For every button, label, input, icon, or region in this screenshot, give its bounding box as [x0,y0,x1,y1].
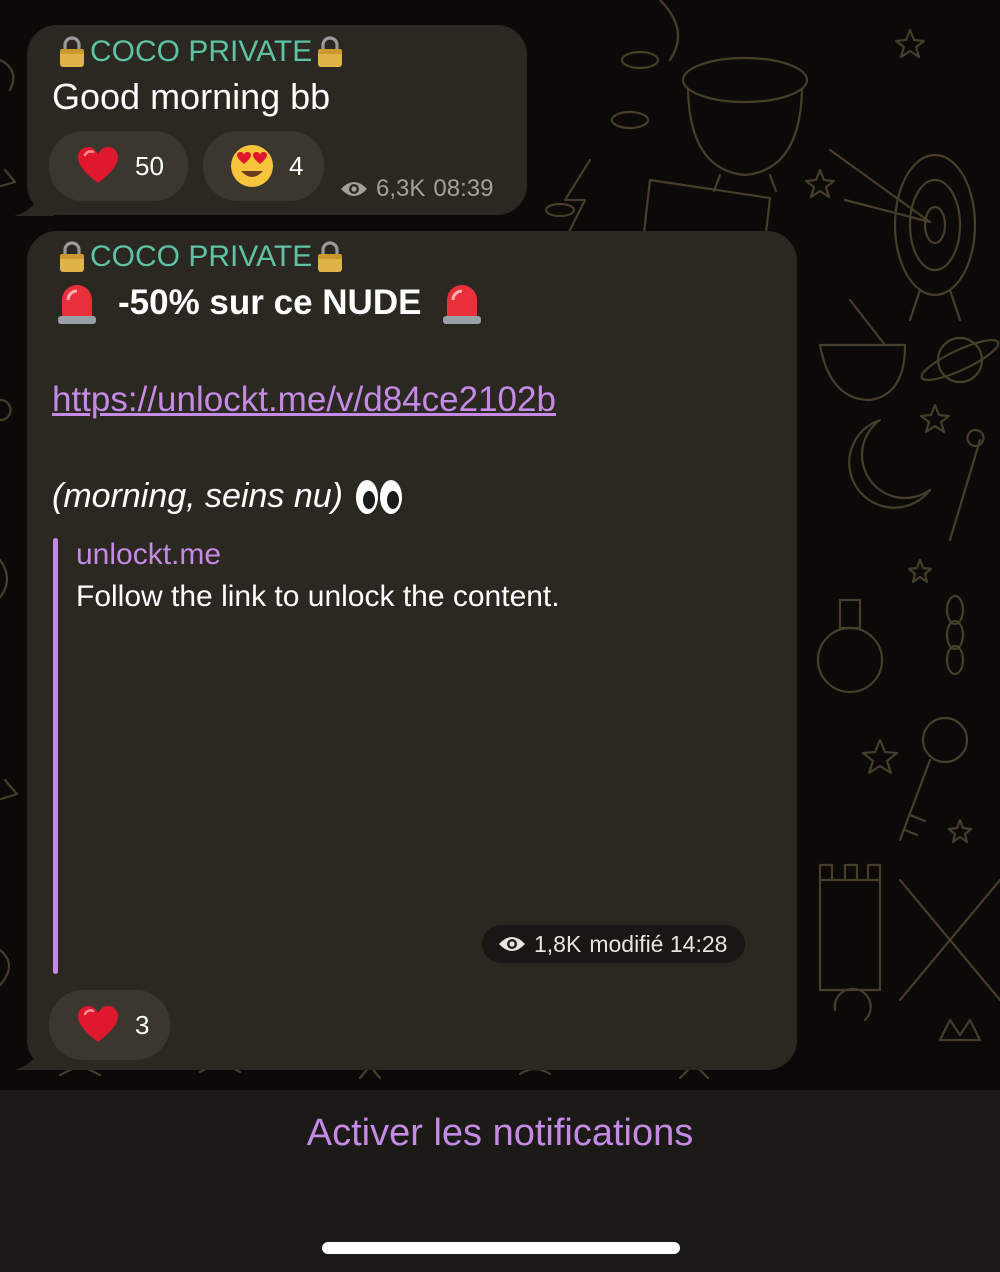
sender-label: COCO PRIVATE [90,240,313,273]
link-preview-bar [53,538,58,974]
heart-eyes-icon [231,145,273,187]
message-meta: 6,3K 08:39 [340,175,493,203]
lock-icon [318,241,343,272]
headline: -50% sur ce NUDE [56,280,483,326]
lock-icon [60,241,84,272]
heart-icon [78,147,118,183]
headline-text: -50% sur ce NUDE [118,283,422,322]
view-count: 1,8K [534,930,582,957]
reaction-count: 4 [289,150,304,181]
caption-text: (morning, seins nu) [52,477,344,515]
sender-name[interactable]: COCO PRIVATE [56,240,346,274]
link-preview-description: Follow the link to unlock the content. [76,580,560,613]
lock-icon [60,36,84,67]
home-indicator[interactable] [322,1242,680,1254]
link-preview-site[interactable]: unlockt.me [76,538,221,572]
reaction-heart[interactable]: 50 [49,131,188,201]
reaction-count: 3 [135,1009,150,1040]
caption: (morning, seins nu) [52,477,403,516]
eye-icon [499,937,525,951]
sender-label: COCO PRIVATE [90,35,313,68]
sender-name[interactable]: COCO PRIVATE [56,35,346,69]
eye-icon [341,182,367,196]
enable-notifications-button[interactable]: Activer les notifications [0,1112,1000,1155]
view-count: 6,3K [376,175,426,202]
message-time: 08:39 [433,175,494,202]
siren-icon [58,285,96,324]
reaction-heart[interactable]: 3 [49,990,170,1060]
message-text: Good morning bb [52,76,331,117]
edited-time: modifié 14:28 [589,930,728,957]
eyes-icon [356,479,403,514]
message-link[interactable]: https://unlockt.me/v/d84ce2102b [52,380,556,420]
reaction-heart-eyes[interactable]: 4 [203,131,324,201]
reaction-count: 50 [135,150,164,181]
heart-icon [78,1006,118,1042]
siren-icon [443,285,482,324]
lock-icon [318,36,343,67]
message-meta: 1,8K modifié 14:28 [482,925,746,963]
